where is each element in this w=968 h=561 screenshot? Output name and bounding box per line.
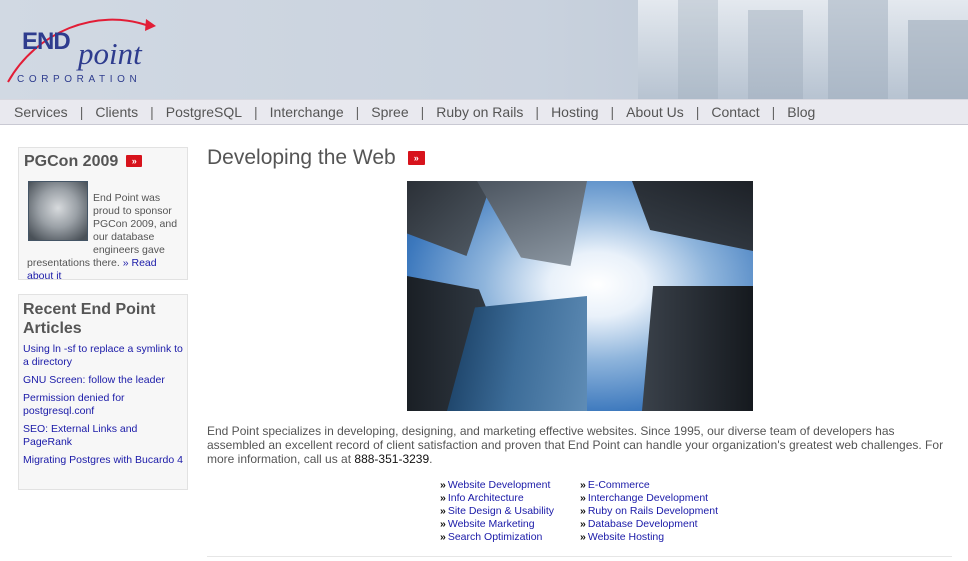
service-link[interactable]: Website Development — [448, 479, 551, 491]
article-link[interactable]: SEO: External Links and PageRank — [23, 423, 137, 448]
header-city-image — [638, 0, 968, 99]
service-link[interactable]: Website Hosting — [588, 531, 664, 543]
nav-item-contact[interactable]: Contact | — [711, 104, 787, 120]
services-list-left: » Website Development » Info Architecture … — [440, 479, 554, 544]
article-link[interactable]: Migrating Postgres with Bucardo 4 — [23, 454, 183, 466]
nav-separator: | — [355, 104, 360, 120]
list-item: » Ruby on Rails Development — [580, 505, 718, 517]
list-item: » Website Development — [440, 479, 551, 491]
article-link[interactable]: Using ln -sf to replace a symlink to a d… — [23, 343, 183, 368]
nav-separator: | — [695, 104, 700, 120]
nav-separator: | — [610, 104, 615, 120]
list-item: » Site Design & Usability — [440, 505, 555, 517]
article-link[interactable]: GNU Screen: follow the leader — [23, 374, 165, 386]
main-nav: Services | Clients | PostgreSQL | Interchange |… — [0, 99, 968, 125]
divider — [207, 556, 952, 557]
list-item: Migrating Postgres with Bucardo 4 — [23, 454, 185, 467]
more-arrow-icon[interactable]: » — [126, 155, 143, 167]
logo-corporation: CORPORATION — [17, 74, 142, 85]
pgcon-box: PGCon 2009» End Point was proud to spons… — [18, 147, 188, 282]
nav-item-hosting[interactable]: Hosting | — [551, 104, 626, 120]
list-item: SEO: External Links and PageRank — [23, 423, 185, 449]
list-item: » Search Optimization — [440, 531, 543, 543]
list-item: » Database Development — [580, 518, 698, 530]
nav-separator: | — [535, 104, 540, 120]
pgcon-text: End Point was proud to sponsor PGCon 200… — [27, 191, 178, 282]
nav-separator: | — [150, 104, 154, 120]
logo-point: point — [78, 36, 142, 71]
page-title: Developing the Web» — [207, 146, 425, 170]
service-link[interactable]: Database Development — [588, 518, 698, 530]
nav-separator: | — [420, 104, 425, 120]
service-link[interactable]: Site Design & Usability — [448, 505, 554, 517]
nav-item-blog[interactable]: Blog — [787, 104, 815, 120]
list-item: » Website Hosting — [580, 531, 665, 543]
service-link[interactable]: E-Commerce — [588, 479, 650, 491]
article-link[interactable]: Permission denied for postgresql.conf — [23, 392, 125, 417]
service-link[interactable]: Ruby on Rails Development — [588, 505, 718, 517]
recent-articles-list: Using ln -sf to replace a symlink to a d… — [23, 343, 185, 472]
list-item: GNU Screen: follow the leader — [23, 374, 185, 387]
nav-item-postgresql[interactable]: PostgreSQL | — [166, 104, 270, 120]
service-link[interactable]: Interchange Development — [588, 492, 708, 504]
recent-articles-box: Recent End Point Articles Using ln -sf t… — [18, 294, 188, 490]
phone-number[interactable]: 888-351-3239 — [354, 452, 429, 466]
nav-separator: | — [79, 104, 84, 120]
list-item: » E-Commerce — [580, 479, 650, 491]
nav-separator: | — [254, 104, 258, 120]
recent-articles-title: Recent End Point Articles — [23, 301, 156, 337]
pgcon-title[interactable]: PGCon 2009» — [24, 153, 143, 171]
list-item: » Info Architecture — [440, 492, 524, 504]
nav-item-interchange[interactable]: Interchange | — [270, 104, 372, 120]
more-arrow-icon[interactable]: » — [407, 151, 425, 165]
header: END point CORPORATION — [0, 0, 968, 99]
service-link[interactable]: Info Architecture — [448, 492, 524, 504]
list-item: » Interchange Development — [580, 492, 709, 504]
list-item: Permission denied for postgresql.conf — [23, 392, 185, 418]
nav-item-clients[interactable]: Clients | — [95, 104, 165, 120]
list-item: Using ln -sf to replace a symlink to a d… — [23, 343, 185, 369]
endpoint-logo[interactable]: END point CORPORATION — [6, 12, 166, 92]
nav-item-spree[interactable]: Spree | — [371, 104, 436, 120]
service-link[interactable]: Website Marketing — [448, 518, 535, 530]
service-link[interactable]: Search Optimization — [448, 531, 543, 543]
nav-item-about-us[interactable]: About Us | — [626, 104, 711, 120]
nav-item-ruby-on-rails[interactable]: Ruby on Rails | — [436, 104, 551, 120]
services-list-right: » E-Commerce » Interchange Development » Ru… — [580, 479, 718, 544]
list-item: » Website Marketing — [440, 518, 535, 530]
nav-separator: | — [771, 104, 776, 120]
intro-paragraph: End Point specializes in developing, des… — [207, 424, 944, 466]
logo-end: END — [22, 28, 71, 55]
nav-item-services[interactable]: Services | — [14, 104, 95, 120]
skyscrapers-photo — [407, 181, 753, 411]
